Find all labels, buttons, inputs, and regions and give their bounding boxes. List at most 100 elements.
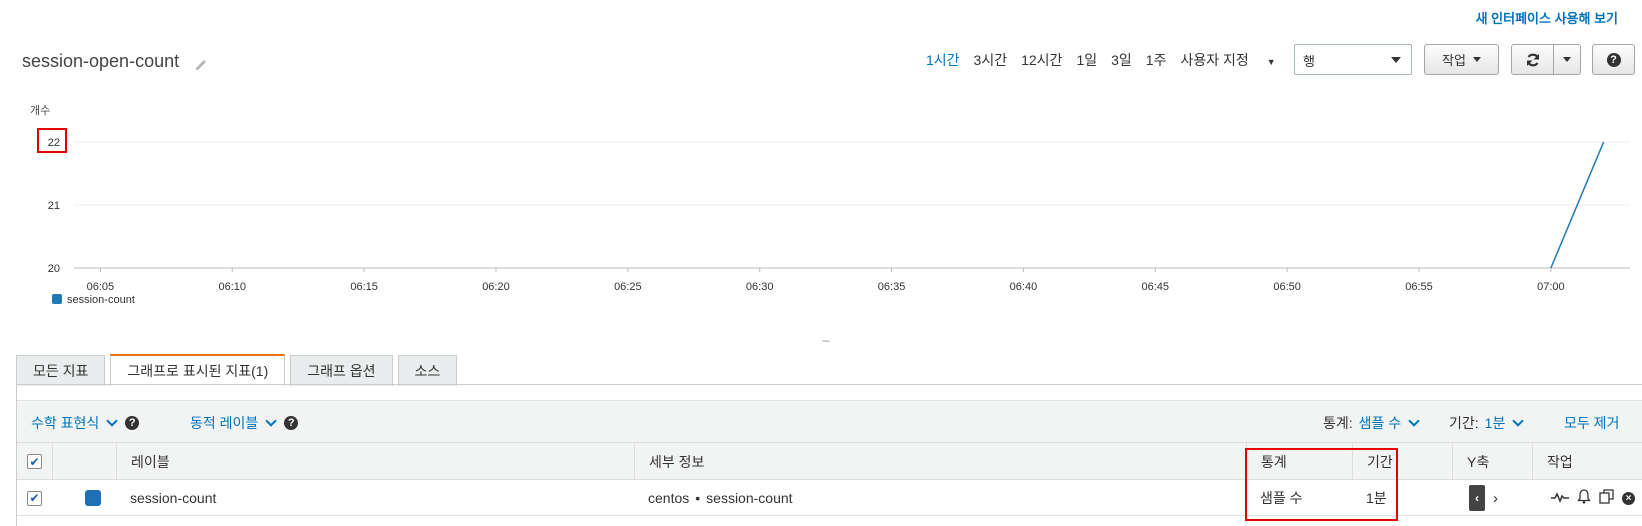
- view-type-select[interactable]: 행: [1294, 44, 1412, 75]
- help-icon[interactable]: ?: [125, 416, 140, 430]
- actions-button[interactable]: 작업: [1424, 44, 1499, 75]
- details-separator: •: [695, 490, 701, 506]
- help-button[interactable]: ?: [1592, 44, 1635, 75]
- tab-source[interactable]: 소스: [397, 355, 458, 386]
- metrics-toolbar: 수학 표현식 ? 동적 레이블 ? 통계: 샘플 수 기간: 1분 모두 제거: [17, 400, 1642, 442]
- color-column-header: [52, 443, 116, 480]
- refresh-icon: [1526, 53, 1539, 66]
- column-label[interactable]: 레이블: [116, 443, 634, 480]
- row-statistic[interactable]: 샘플 수: [1246, 480, 1352, 516]
- row-select-cell: ✔: [17, 480, 52, 516]
- x-tick-label: 06:35: [878, 281, 906, 293]
- x-ticks: 06:05 06:10 06:15 06:20 06:25 06:30 06:35 06:40…: [87, 268, 1565, 293]
- new-interface-link[interactable]: 새 인터페이스 사용해 보기: [1476, 8, 1618, 27]
- range-1h[interactable]: 1시간: [926, 50, 960, 70]
- refresh-button[interactable]: [1511, 44, 1554, 75]
- range-12h[interactable]: 12시간: [1021, 50, 1062, 70]
- dynamic-labels-dropdown[interactable]: 동적 레이블 ?: [190, 413, 299, 433]
- remove-metric-icon[interactable]: ×: [1622, 491, 1635, 505]
- period-label: 기간:: [1449, 415, 1479, 431]
- range-custom-label: 사용자 지정: [1180, 52, 1249, 68]
- series-color-swatch[interactable]: [85, 490, 101, 506]
- caret-down-icon: [1472, 57, 1481, 62]
- chevron-down-icon: [106, 415, 118, 427]
- period-value: 1분: [1484, 415, 1506, 431]
- refresh-options-dropdown[interactable]: [1553, 44, 1581, 75]
- statistic-dropdown[interactable]: 통계: 샘플 수: [1323, 413, 1420, 433]
- period-dropdown[interactable]: 기간: 1분: [1449, 413, 1524, 433]
- y-axis-label: 개수: [30, 104, 50, 117]
- legend-swatch: [52, 294, 62, 304]
- x-tick-label: 06:20: [482, 281, 510, 293]
- x-tick-label: 06:30: [746, 281, 774, 293]
- x-tick-label: 07:00: [1537, 281, 1565, 293]
- statistic-label: 통계:: [1323, 415, 1353, 431]
- range-3h[interactable]: 3시간: [974, 50, 1008, 70]
- chevron-down-icon: [1408, 415, 1420, 427]
- caret-down-icon: [1563, 57, 1571, 62]
- x-tick-label: 06:10: [218, 281, 246, 293]
- tab-all-metrics[interactable]: 모든 지표: [16, 355, 106, 386]
- help-icon: ?: [1606, 52, 1621, 67]
- row-checkbox[interactable]: ✔: [27, 490, 42, 506]
- table-header: ✔ 레이블 세부 정보 통계 기간 Y축 작업: [17, 442, 1642, 480]
- caret-down-icon: ▼: [1266, 57, 1276, 67]
- y-tick-label: 21: [48, 200, 60, 212]
- legend-label[interactable]: session-count: [67, 294, 135, 306]
- statistic-value: 샘플 수: [1358, 415, 1402, 431]
- copy-icon[interactable]: [1599, 488, 1614, 508]
- column-statistic[interactable]: 통계: [1246, 443, 1352, 480]
- select-all-checkbox[interactable]: ✔: [27, 454, 42, 469]
- tab-graphed-metrics[interactable]: 그래프로 표시된 지표(1): [110, 354, 286, 386]
- x-tick-label: 06:40: [1010, 281, 1038, 293]
- row-details: centos • session-count: [634, 480, 1246, 516]
- x-tick-label: 06:15: [350, 281, 378, 293]
- chevron-down-icon: [1512, 415, 1524, 427]
- chart-legend: session-count: [52, 294, 135, 306]
- math-expression-dropdown[interactable]: 수학 표현식 ?: [31, 413, 140, 433]
- x-tick-label: 06:55: [1405, 281, 1433, 293]
- y-axis-left-icon[interactable]: ‹: [1469, 485, 1485, 511]
- range-1w[interactable]: 1주: [1146, 50, 1167, 70]
- y-tick-label: 20: [48, 263, 60, 275]
- y-axis-right-icon[interactable]: ›: [1493, 490, 1498, 507]
- row-actions: ×: [1532, 480, 1642, 516]
- page-title: session-open-count: [22, 51, 180, 71]
- dropdown-arrow-icon: [1391, 57, 1401, 63]
- x-tick-label: 06:45: [1142, 281, 1170, 293]
- tab-graph-options[interactable]: 그래프 옵션: [290, 355, 393, 386]
- row-color-cell: [52, 480, 116, 516]
- chevron-down-icon: [265, 415, 277, 427]
- actions-button-label: 작업: [1442, 53, 1466, 68]
- x-tick-label: 06:25: [614, 281, 642, 293]
- column-period[interactable]: 기간: [1352, 443, 1452, 480]
- x-tick-label: 06:50: [1273, 281, 1301, 293]
- row-period[interactable]: 1분: [1352, 480, 1452, 516]
- column-y-axis[interactable]: Y축: [1452, 443, 1532, 480]
- row-label[interactable]: session-count: [116, 480, 634, 516]
- graph-metric-icon[interactable]: [1551, 490, 1569, 507]
- column-actions: 작업: [1532, 443, 1642, 480]
- range-1d[interactable]: 1일: [1076, 50, 1097, 70]
- y-ticks: 22 21 20: [48, 137, 60, 275]
- panel-border: [16, 384, 1642, 385]
- help-icon[interactable]: ?: [284, 416, 299, 430]
- metric-tabs: 모든 지표 그래프로 표시된 지표(1) 그래프 옵션 소스: [16, 354, 462, 386]
- chart-resize-handle[interactable]: ---: [822, 336, 830, 347]
- range-custom[interactable]: 사용자 지정 ▼: [1180, 50, 1289, 70]
- table-row: ✔ session-count centos • session-count 샘…: [17, 480, 1642, 516]
- time-range-selector: 1시간 3시간 12시간 1일 3일 1주 사용자 지정 ▼: [926, 50, 1304, 70]
- dynamic-labels-label: 동적 레이블: [190, 415, 259, 431]
- details-namespace: centos: [648, 490, 690, 506]
- bell-alarm-icon[interactable]: [1577, 488, 1591, 508]
- column-details[interactable]: 세부 정보: [634, 443, 1246, 480]
- math-expression-label: 수학 표현식: [31, 415, 100, 431]
- x-tick-label: 06:05: [87, 281, 115, 293]
- details-metric: session-count: [706, 490, 793, 506]
- row-y-axis: ‹ ›: [1452, 480, 1532, 516]
- remove-all-link[interactable]: 모두 제거: [1564, 413, 1619, 433]
- range-3d[interactable]: 3일: [1111, 50, 1132, 70]
- y-tick-label: 22: [48, 137, 60, 149]
- chart-grid: [74, 141, 1630, 269]
- edit-title-icon[interactable]: [193, 56, 209, 72]
